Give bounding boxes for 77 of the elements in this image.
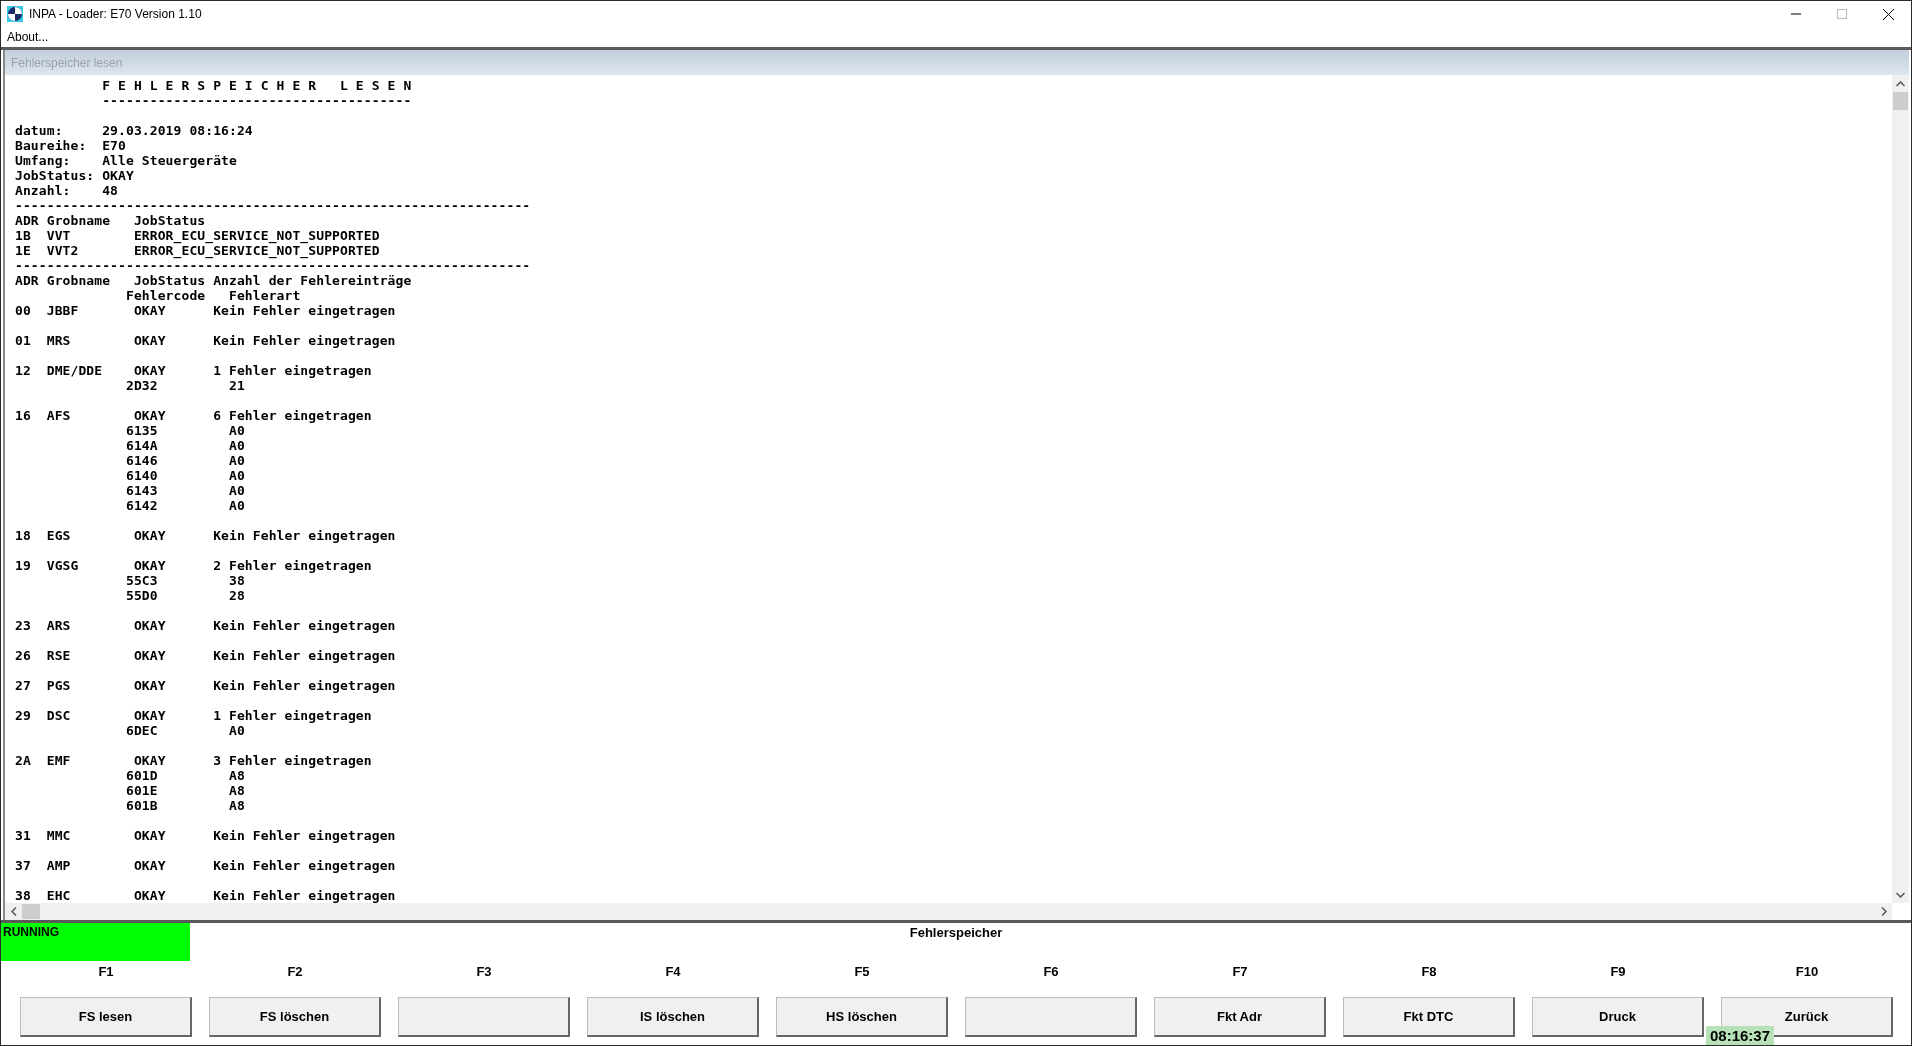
- function-key-label: F6: [1043, 963, 1059, 981]
- output-line: 2A EMF OKAY 3 Fehler eingetragen: [15, 753, 372, 768]
- window-title: INPA - Loader: E70 Version 1.10: [29, 7, 203, 21]
- output-line: 601D A8: [124, 768, 245, 783]
- output-line: 23 ARS OKAY Kein Fehler eingetragen: [15, 618, 396, 633]
- output-line: 37 AMP OKAY Kein Fehler eingetragen: [15, 858, 396, 873]
- function-key-button[interactable]: HS löschen: [776, 997, 948, 1037]
- function-key-label: F4: [665, 963, 681, 981]
- output-line: 601E A8: [124, 783, 245, 798]
- output-line: Umfang: Alle Steuergeräte: [15, 153, 237, 168]
- app-icon: [7, 6, 23, 22]
- function-key-label: F8: [1421, 963, 1437, 981]
- function-key-button[interactable]: Fkt Adr: [1154, 997, 1326, 1037]
- chevron-left-icon: [10, 907, 17, 916]
- output-line: ADR Grobname JobStatus: [15, 213, 206, 228]
- function-key-button[interactable]: FS löschen: [209, 997, 381, 1037]
- close-icon: [1882, 8, 1894, 20]
- output-line: 6135 A0: [124, 423, 245, 438]
- output-line: 2D32 21: [124, 378, 245, 393]
- chevron-up-icon: [1896, 80, 1905, 87]
- output-line: 12 DME/DDE OKAY 1 Fehler eingetragen: [15, 363, 372, 378]
- output-line: 6146 A0: [124, 453, 245, 468]
- output-line: 6DEC A0: [124, 723, 245, 738]
- output-line: Fehlercode Fehlerart: [124, 288, 301, 303]
- function-key-label: F1: [98, 963, 114, 981]
- output-line: F E H L E R S P E I C H E R L E S E N: [101, 78, 412, 93]
- output-line: Baureihe: E70: [15, 138, 126, 153]
- child-window-title: Fehlerspeicher lesen: [11, 55, 123, 70]
- function-key-button[interactable]: FS lesen: [20, 997, 192, 1037]
- output-line: -----------------------------------------------------------------: [15, 258, 531, 273]
- output-line: 31 MMC OKAY Kein Fehler eingetragen: [15, 828, 396, 843]
- scroll-thumb[interactable]: [1893, 92, 1908, 110]
- output-line: 29 DSC OKAY 1 Fehler eingetragen: [15, 708, 372, 723]
- output-line: JobStatus: OKAY: [15, 168, 134, 183]
- function-key-label: F3: [476, 963, 492, 981]
- output-line: 6142 A0: [124, 498, 245, 513]
- output-line: 27 PGS OKAY Kein Fehler eingetragen: [15, 678, 396, 693]
- output-line: 19 VGSG OKAY 2 Fehler eingetragen: [15, 558, 372, 573]
- section-title: Fehlerspeicher: [908, 924, 1004, 942]
- scroll-thumb[interactable]: [22, 904, 40, 919]
- horizontal-scrollbar[interactable]: [5, 903, 1892, 920]
- function-key-label: F10: [1795, 963, 1819, 981]
- output-line: 26 RSE OKAY Kein Fehler eingetragen: [15, 648, 396, 663]
- function-key-button[interactable]: IS löschen: [587, 997, 759, 1037]
- chevron-right-icon: [1880, 907, 1887, 916]
- output-line: 1B VVT ERROR_ECU_SERVICE_NOT_SUPPORTED: [15, 228, 380, 243]
- output-line: -----------------------------------------------------------------: [15, 198, 531, 213]
- output-line: ADR Grobname JobStatus Anzahl der Fehlereinträge: [15, 273, 412, 288]
- chevron-down-icon: [1896, 891, 1905, 898]
- output-line: 601B A8: [124, 798, 245, 813]
- vertical-scrollbar[interactable]: [1892, 75, 1909, 903]
- maximize-icon: [1837, 9, 1847, 19]
- output-line: 38 EHC OKAY Kein Fehler eingetragen: [15, 888, 396, 903]
- output-line: 55C3 38: [124, 573, 245, 588]
- clock: 08:16:37: [1706, 1026, 1775, 1045]
- output-line: Anzahl: 48: [15, 183, 119, 198]
- output-line: 01 MRS OKAY Kein Fehler eingetragen: [15, 333, 396, 348]
- status-indicator: RUNNING: [1, 923, 190, 961]
- output-line: 1E VVT2 ERROR_ECU_SERVICE_NOT_SUPPORTED: [15, 243, 380, 258]
- function-key-label: F7: [1232, 963, 1248, 981]
- output-line: 6143 A0: [124, 483, 245, 498]
- output-line: 614A A0: [124, 438, 245, 453]
- output-line: ---------------------------------------: [101, 93, 412, 108]
- function-key-label: F9: [1610, 963, 1626, 981]
- function-key-button[interactable]: [965, 997, 1137, 1037]
- function-key-label: F2: [287, 963, 303, 981]
- output-line: 18 EGS OKAY Kein Fehler eingetragen: [15, 528, 396, 543]
- function-key-button[interactable]: [398, 997, 570, 1037]
- output-line: datum: 29.03.2019 08:16:24: [15, 123, 253, 138]
- function-key-button[interactable]: Druck: [1532, 997, 1704, 1037]
- output-line: 00 JBBF OKAY Kein Fehler eingetragen: [15, 303, 396, 318]
- function-key-button[interactable]: Fkt DTC: [1343, 997, 1515, 1037]
- function-key-label: F5: [854, 963, 870, 981]
- output-line: 16 AFS OKAY 6 Fehler eingetragen: [15, 408, 372, 423]
- menu-item[interactable]: About...: [7, 30, 49, 44]
- output-line: 6140 A0: [124, 468, 245, 483]
- output-line: 55D0 28: [124, 588, 245, 603]
